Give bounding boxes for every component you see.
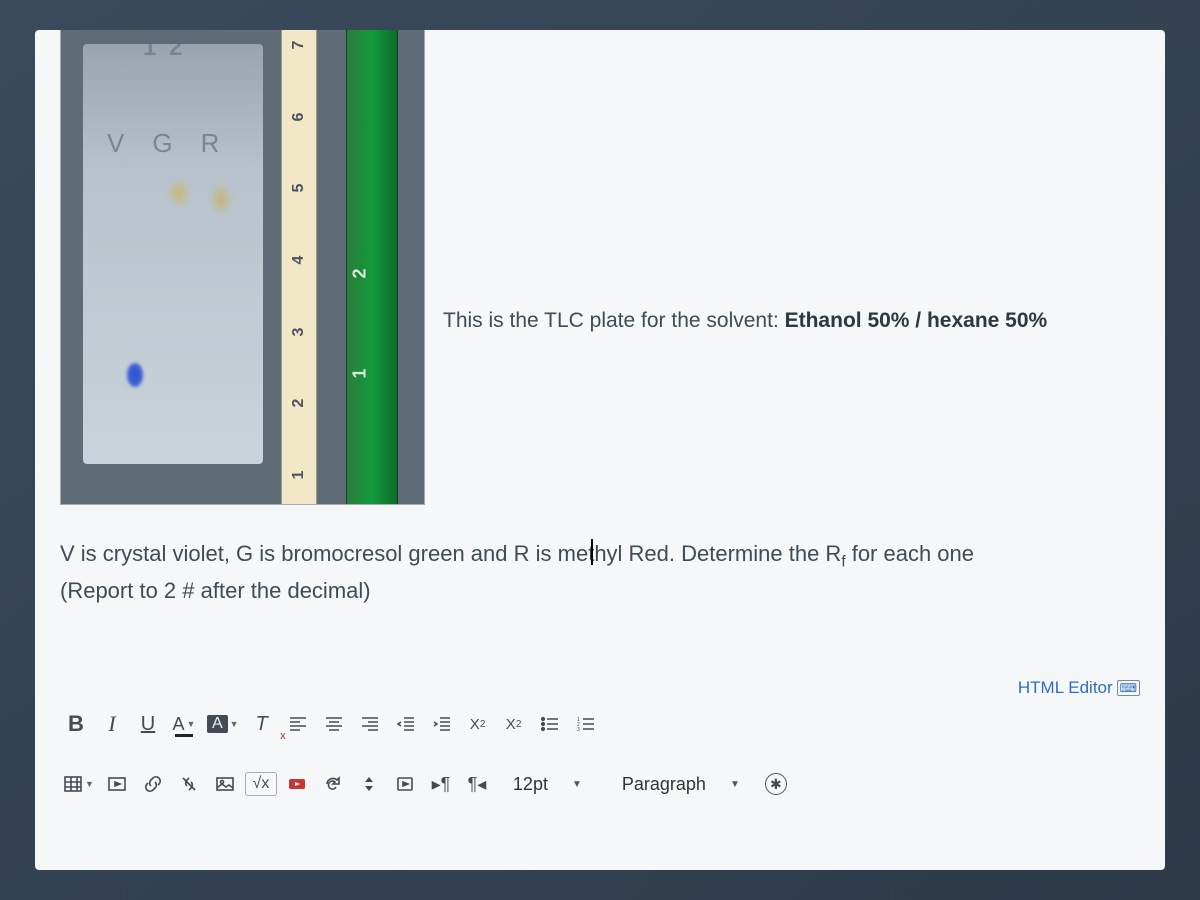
tlc-photo: 1 2 VGR 1 2 3 4 5 6 7 1 2: [60, 30, 425, 505]
spot-r: [211, 185, 231, 213]
image-button[interactable]: [209, 768, 241, 800]
accessibility-icon: ✱: [765, 773, 787, 795]
ltr-button[interactable]: ▸¶: [425, 768, 457, 800]
image-caption: This is the TLC plate for the solvent: E…: [443, 30, 1047, 337]
media-embed-button[interactable]: [101, 768, 133, 800]
content-row: 1 2 VGR 1 2 3 4 5 6 7 1 2: [60, 30, 1140, 505]
link-button[interactable]: [137, 768, 169, 800]
text-cursor: t: [588, 541, 594, 566]
indent-button[interactable]: [426, 708, 458, 740]
table-button[interactable]: ▼: [60, 768, 97, 800]
play-button[interactable]: [389, 768, 421, 800]
spot-v: [127, 363, 143, 387]
editor-toolbar: B I U A▼ A▼ Tx X2 X2 123 ▼ √x ▸¶ ¶◂ 12pt…: [60, 704, 1140, 804]
math-equation-button[interactable]: √x: [245, 772, 277, 796]
chevron-down-icon: ▼: [230, 719, 239, 729]
caption-bold: Ethanol 50% / hexane 50%: [785, 309, 1048, 332]
record-button[interactable]: [281, 768, 313, 800]
svg-text:3: 3: [577, 727, 580, 733]
italic-button[interactable]: I: [96, 708, 128, 740]
rtl-button[interactable]: ¶◂: [461, 768, 493, 800]
question-text: V is crystal violet, G is bromocresol gr…: [60, 537, 1140, 608]
chevron-down-icon: ▼: [572, 779, 582, 790]
chevron-down-icon: ▼: [187, 719, 196, 729]
subscript-button[interactable]: X2: [498, 708, 530, 740]
expand-button[interactable]: [353, 768, 385, 800]
font-color-button[interactable]: A▼: [168, 708, 200, 740]
chevron-down-icon: ▼: [730, 779, 740, 790]
redo-button[interactable]: [317, 768, 349, 800]
spot-g: [169, 180, 189, 206]
question-panel: 1 2 VGR 1 2 3 4 5 6 7 1 2: [35, 30, 1165, 870]
align-left-button[interactable]: [282, 708, 314, 740]
green-ruler: 1 2: [346, 30, 398, 504]
ruler: 1 2 3 4 5 6 7: [281, 30, 317, 504]
accessibility-button[interactable]: ✱: [760, 768, 792, 800]
clear-formatting-button[interactable]: Tx: [246, 708, 278, 740]
chevron-down-icon: ▼: [85, 779, 94, 789]
bullet-list-button[interactable]: [534, 708, 566, 740]
unlink-button[interactable]: [173, 768, 205, 800]
html-editor-toggle[interactable]: HTML Editor ⌨: [60, 678, 1140, 698]
caption-prefix: This is the TLC plate for the solvent:: [443, 309, 785, 332]
underline-button[interactable]: U: [132, 708, 164, 740]
number-list-button[interactable]: 123: [570, 708, 602, 740]
paragraph-style-select[interactable]: Paragraph ▼: [616, 770, 746, 798]
keyboard-icon: ⌨: [1117, 680, 1140, 696]
glass-numbers: 1 2: [143, 34, 185, 62]
bold-button[interactable]: B: [60, 708, 92, 740]
align-right-button[interactable]: [354, 708, 386, 740]
plate-labels: VGR: [107, 128, 247, 159]
superscript-button[interactable]: X2: [462, 708, 494, 740]
tlc-plate: 1 2 VGR: [83, 44, 263, 464]
font-size-select[interactable]: 12pt ▼: [507, 770, 588, 798]
highlight-color-button[interactable]: A▼: [204, 708, 242, 740]
outdent-button[interactable]: [390, 708, 422, 740]
align-center-button[interactable]: [318, 708, 350, 740]
